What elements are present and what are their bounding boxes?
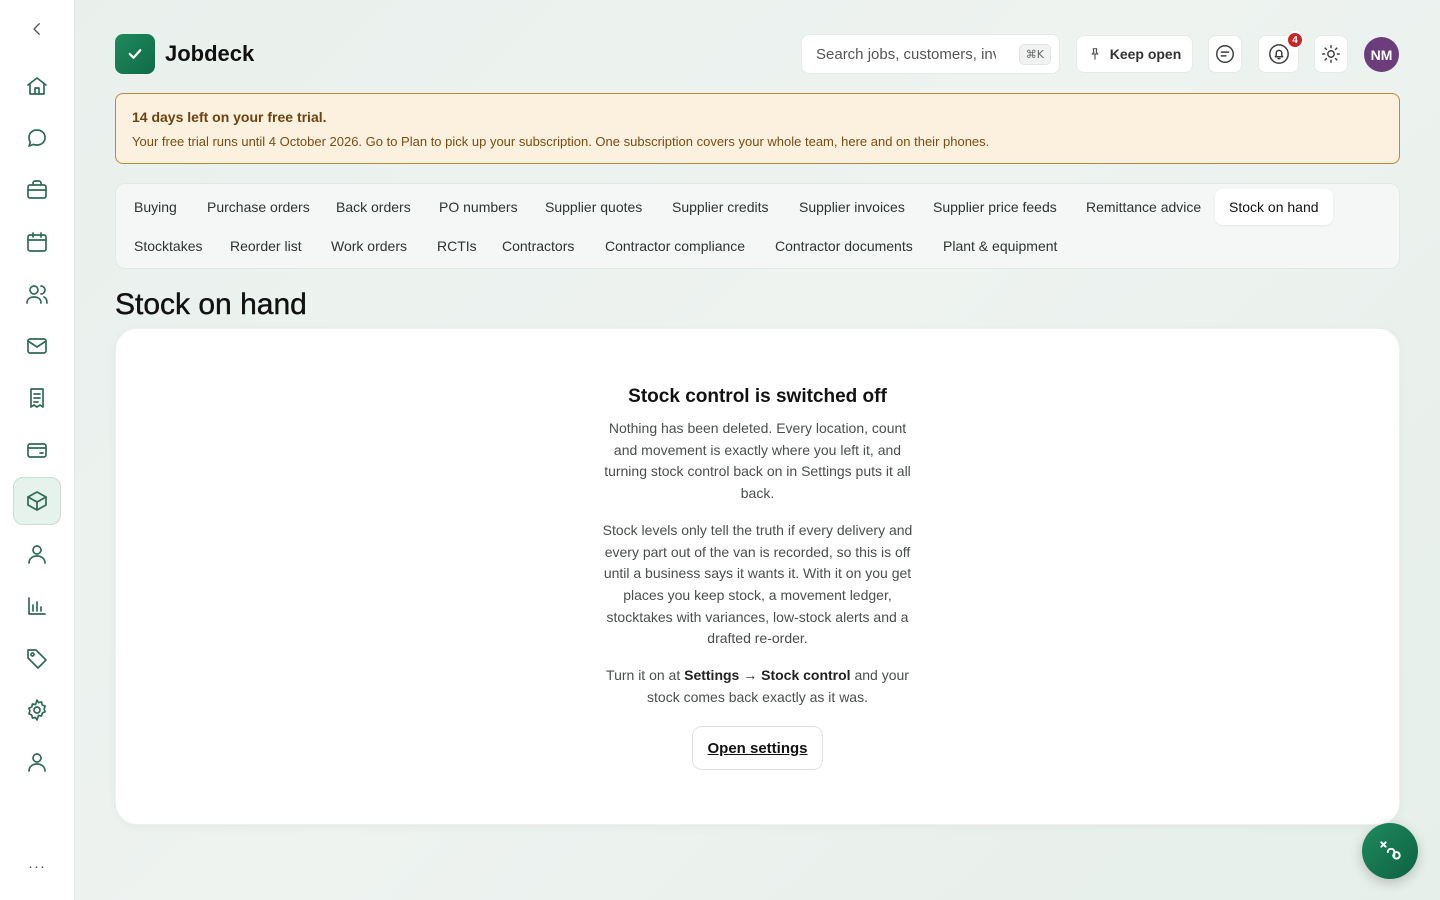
tab-supplier-invoices[interactable]: Supplier invoices (785, 189, 919, 225)
empty-state-paragraph-2: Stock levels only tell the truth if ever… (602, 521, 913, 647)
sidebar: ··· (0, 0, 75, 900)
logo-check-icon (115, 34, 155, 74)
app-logo[interactable]: Jobdeck (115, 34, 254, 74)
user-avatar[interactable]: NM (1364, 37, 1399, 72)
keep-open-button[interactable]: Keep open (1076, 35, 1193, 73)
search-shortcut: ⌘K (1018, 43, 1051, 65)
sidebar-item-home[interactable] (13, 62, 61, 110)
tab-contractor-documents[interactable]: Contractor documents (761, 228, 927, 264)
empty-state-heading: Stock control is switched off (628, 386, 887, 407)
tab-work-orders[interactable]: Work orders (317, 228, 421, 264)
briefcase-icon (27, 180, 47, 199)
tab-remittance-advice[interactable]: Remittance advice (1072, 189, 1215, 225)
sidebar-item-payments[interactable] (13, 426, 61, 474)
empty-state-paragraph-1: Nothing has been deleted. Every location… (604, 420, 911, 502)
sidebar-item-stock[interactable] (13, 477, 61, 525)
sidebar-item-invoices[interactable] (13, 374, 61, 422)
person-icon (28, 545, 46, 564)
tab-contractors[interactable]: Contractors (488, 228, 588, 264)
bell-icon (1268, 44, 1289, 64)
section-tabs: Buying Purchase orders Back orders PO nu… (115, 183, 1400, 269)
theme-toggle-button[interactable] (1314, 35, 1348, 73)
empty-state-paragraph-3: Turn it on at Settings → Stock control a… (600, 665, 915, 708)
gear-icon (28, 699, 46, 721)
chat-button[interactable] (1208, 35, 1242, 73)
tab-purchase-orders[interactable]: Purchase orders (193, 189, 324, 225)
sidebar-item-pricing[interactable] (13, 634, 61, 682)
sun-icon (1322, 45, 1340, 63)
pin-icon (1091, 48, 1099, 60)
chat-bubble-icon (1216, 45, 1234, 63)
trial-body: Your free trial runs until 4 October 202… (132, 134, 990, 149)
mail-icon (27, 338, 47, 354)
notifications-button[interactable]: 4 (1258, 31, 1304, 73)
sidebar-item-reports[interactable] (13, 582, 61, 630)
wallet-icon (27, 443, 47, 458)
empty-state: Stock control is switched off Nothing ha… (600, 386, 915, 723)
assistant-fab-button[interactable] (1362, 823, 1418, 879)
tab-back-orders[interactable]: Back orders (322, 189, 425, 225)
tab-buying[interactable]: Buying (120, 189, 191, 225)
sidebar-item-account[interactable] (13, 738, 61, 786)
home-icon (27, 77, 47, 95)
sidebar-item-mail[interactable] (13, 322, 61, 370)
account-icon (28, 753, 46, 772)
search-box[interactable]: ⌘K (801, 34, 1060, 74)
sidebar-item-messages[interactable] (13, 114, 61, 162)
tab-reorder-list[interactable]: Reorder list (216, 228, 316, 264)
tab-stock-on-hand[interactable]: Stock on hand (1215, 189, 1333, 225)
page-title: Stock on hand (115, 288, 307, 321)
tab-contractor-compliance[interactable]: Contractor compliance (591, 228, 759, 264)
tab-rctis[interactable]: RCTIs (423, 228, 491, 264)
tag-icon (27, 649, 47, 669)
keep-open-label: Keep open (1109, 46, 1182, 62)
search-input[interactable] (816, 45, 996, 63)
notification-count-badge: 4 (1286, 31, 1304, 49)
more-button[interactable]: ··· (22, 858, 52, 886)
open-settings-button[interactable]: Open settings (692, 726, 823, 770)
sidebar-item-jobs[interactable] (13, 166, 61, 214)
tab-supplier-quotes[interactable]: Supplier quotes (531, 189, 656, 225)
receipt-icon (30, 388, 44, 408)
assistant-icon (1380, 841, 1401, 860)
tab-plant-equipment[interactable]: Plant & equipment (929, 228, 1071, 264)
sidebar-item-settings[interactable] (13, 686, 61, 734)
para3-prefix: Turn it on at (606, 667, 685, 684)
settings-path: Settings → Stock control (684, 667, 851, 684)
sidebar-item-customers[interactable] (13, 270, 61, 318)
sidebar-item-staff[interactable] (13, 530, 61, 578)
collapse-sidebar-button[interactable] (24, 16, 50, 42)
tab-po-numbers[interactable]: PO numbers (425, 189, 532, 225)
trial-banner: 14 days left on your free trial. Your fr… (115, 93, 1400, 164)
tab-stocktakes[interactable]: Stocktakes (120, 228, 216, 264)
sidebar-item-calendar[interactable] (13, 218, 61, 266)
trial-title: 14 days left on your free trial. (132, 109, 327, 125)
app-name: Jobdeck (165, 41, 255, 66)
users-icon (26, 285, 48, 304)
bar-chart-icon (28, 597, 46, 615)
chevron-left-icon (33, 23, 40, 35)
calendar-icon (27, 232, 47, 252)
tab-supplier-credits[interactable]: Supplier credits (658, 189, 783, 225)
box-icon (27, 491, 47, 511)
chat-icon (28, 129, 46, 147)
tab-supplier-price-feeds[interactable]: Supplier price feeds (919, 189, 1071, 225)
